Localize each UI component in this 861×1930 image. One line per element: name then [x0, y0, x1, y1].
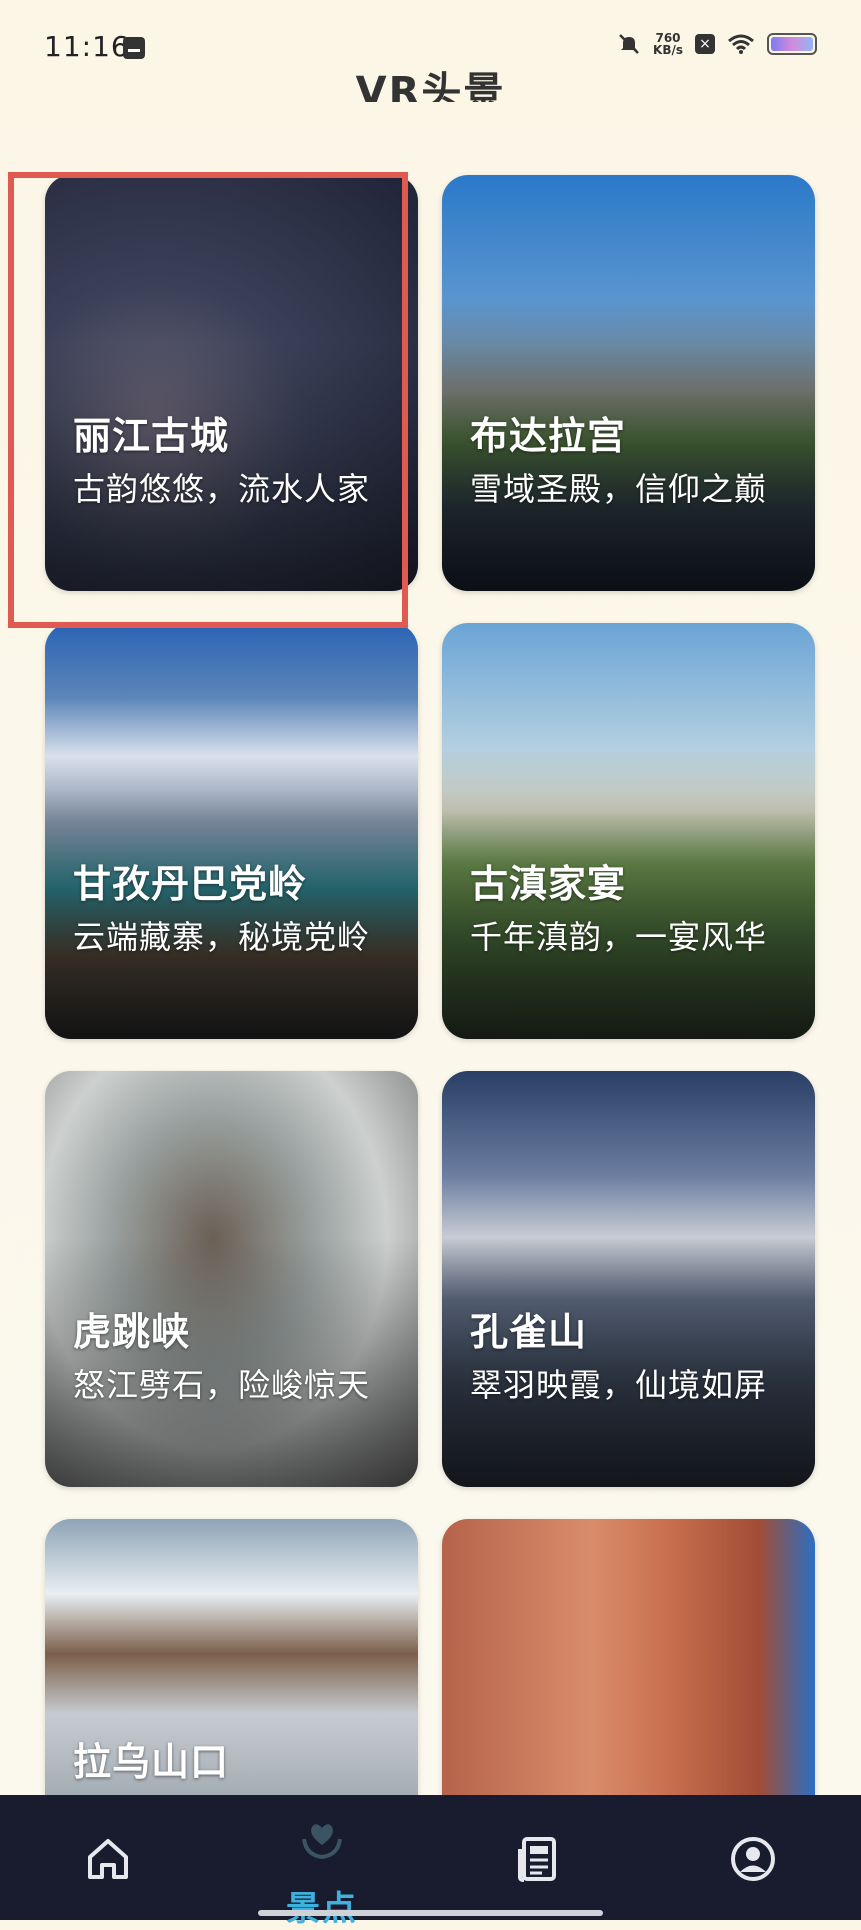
spot-card-desc: 雪域圣殿，信仰之巅 [470, 470, 768, 508]
spot-card-title: 甘孜丹巴党岭 [73, 862, 308, 906]
bottom-nav: 景点 [0, 1795, 861, 1929]
spot-card-title: 拉乌山口 [73, 1740, 230, 1784]
home-icon [88, 1839, 128, 1879]
status-right-icons: 760 KB/s × [617, 32, 817, 56]
wifi-icon [728, 34, 754, 54]
status-time: 11:16 [44, 30, 130, 63]
net-speed-unit: KB/s [653, 43, 683, 57]
news-icon [518, 1837, 556, 1882]
nav-spots-label: 景点 [286, 1889, 358, 1929]
spot-card-tiger-leaping[interactable]: 虎跳峡 怒江劈石，险峻惊天 [45, 1071, 418, 1487]
gesture-bar[interactable] [258, 1910, 603, 1916]
selection-highlight [8, 172, 408, 628]
net-speed: 760 KB/s [653, 32, 683, 56]
nav-home[interactable] [48, 1795, 168, 1920]
spot-card-desc: 云端藏寨，秘境党岭 [73, 918, 371, 956]
spot-card-potala[interactable]: 布达拉宫 雪域圣殿，信仰之巅 [442, 175, 815, 591]
spot-card-title: 布达拉宫 [470, 414, 627, 458]
spot-card-desc: 千年滇韵，一宴风华 [470, 918, 768, 956]
spot-card-gudian[interactable]: 古滇家宴 千年滇韵，一宴风华 [442, 623, 815, 1039]
spot-card-title: 虎跳峡 [73, 1310, 191, 1354]
spot-card-kongque[interactable]: 孔雀山 翠羽映霞，仙境如屏 [442, 1071, 815, 1487]
spot-card-desc: 翠羽映霞，仙境如屏 [470, 1366, 768, 1404]
spot-card-title: 孔雀山 [470, 1310, 588, 1354]
message-icon [123, 37, 145, 59]
nav-spots[interactable]: 景点 [262, 1795, 382, 1929]
spot-card-desc: 怒江劈石，险峻惊天 [73, 1366, 371, 1404]
spot-card-danba[interactable]: 甘孜丹巴党岭 云端藏寨，秘境党岭 [45, 623, 418, 1039]
battery-icon [767, 33, 817, 55]
close-box-icon: × [695, 34, 715, 54]
mute-bell-icon [619, 34, 639, 54]
profile-icon [731, 1837, 775, 1881]
nav-news[interactable] [478, 1795, 598, 1920]
page-title: VR头景 [355, 69, 506, 102]
spot-card-cliff[interactable] [442, 1519, 815, 1819]
nav-profile[interactable] [693, 1795, 813, 1920]
spot-card-lawu[interactable]: 拉乌山口 [45, 1519, 418, 1819]
spot-card-title: 古滇家宴 [470, 862, 627, 906]
spots-icon [302, 1824, 342, 1860]
